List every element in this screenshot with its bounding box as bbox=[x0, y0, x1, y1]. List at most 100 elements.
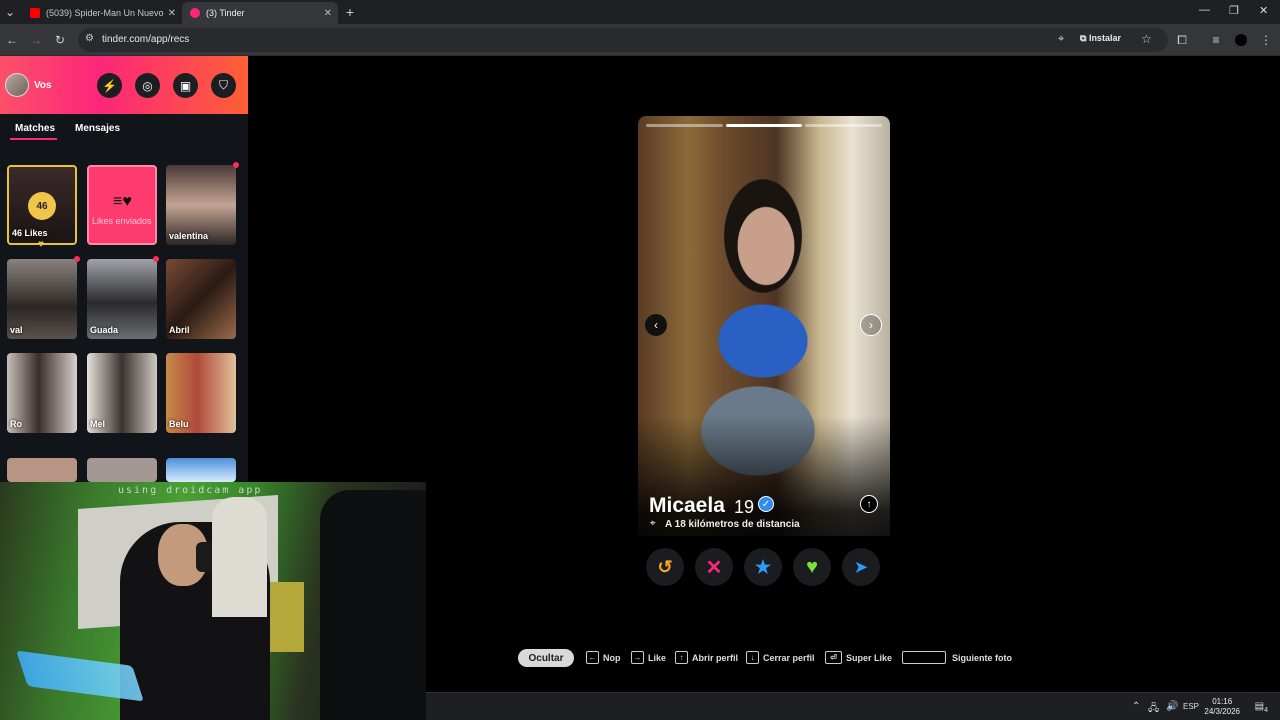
boost-send-button[interactable]: ➤ bbox=[842, 548, 880, 586]
location-icon[interactable]: ⌖ bbox=[1058, 33, 1064, 46]
match-name: Ro bbox=[10, 419, 22, 429]
url-text: tinder.com/app/recs bbox=[102, 34, 190, 45]
active-tab-indicator bbox=[10, 138, 57, 140]
match-tile[interactable]: Belu bbox=[166, 353, 236, 433]
webcam-third-person bbox=[320, 490, 426, 720]
match-name: Belu bbox=[169, 419, 189, 429]
browser-toolbar: ← → ↻ ⚙ tinder.com/app/recs ⌖ ⧉ Instalar… bbox=[0, 24, 1280, 56]
shortcut-label: Cerrar perfil bbox=[763, 652, 815, 663]
super-like-button[interactable]: ★ bbox=[744, 548, 782, 586]
match-tile[interactable]: valentina bbox=[166, 165, 236, 245]
new-match-dot bbox=[74, 256, 80, 262]
shortcut-super-like: ⏎ Super Like bbox=[825, 651, 892, 664]
address-bar[interactable]: ⚙ tinder.com/app/recs ⌖ ⧉ Instalar ☆ bbox=[78, 28, 1168, 52]
tab-youtube[interactable]: (5039) Spider-Man Un Nuevo U ✕ bbox=[22, 2, 182, 24]
match-name: Guada bbox=[90, 325, 119, 335]
webcam-watermark: using droidcam app bbox=[118, 485, 263, 496]
profile-avatar-icon[interactable] bbox=[1233, 32, 1249, 48]
photo-progress-segment bbox=[725, 124, 803, 127]
avatar[interactable] bbox=[5, 73, 29, 97]
webcam-second-person bbox=[212, 497, 267, 617]
match-tile[interactable] bbox=[166, 458, 236, 482]
likes-tile[interactable]: 46 46 Likes bbox=[7, 165, 77, 245]
minimize-icon[interactable]: — bbox=[1199, 4, 1210, 16]
language-indicator[interactable]: ESP bbox=[1183, 702, 1199, 711]
tab-matches[interactable]: Matches bbox=[15, 123, 55, 134]
install-label: Instalar bbox=[1088, 33, 1121, 43]
youtube-icon bbox=[30, 8, 40, 18]
rewind-button[interactable]: ↺ bbox=[646, 548, 684, 586]
media-control-icon[interactable]: ≡ bbox=[1208, 32, 1224, 48]
close-icon[interactable]: ✕ bbox=[324, 8, 332, 19]
likes-sent-tile[interactable]: ≡♥ Likes enviados bbox=[87, 165, 157, 245]
profile-distance: A 18 kilómetros de distancia bbox=[665, 519, 800, 530]
taskbar: ⌃ 🖧 🔊 ESP 01:16 24/3/2026 ▤4 bbox=[426, 692, 1280, 720]
match-tile[interactable]: Mel bbox=[87, 353, 157, 433]
verified-check-icon: ✓ bbox=[758, 496, 774, 512]
boost-bolt-icon[interactable]: ⚡ bbox=[97, 73, 122, 98]
arrow-right-key-icon: → bbox=[631, 651, 644, 664]
notifications-icon[interactable]: ▤4 bbox=[1255, 701, 1268, 714]
likes-count: 46 bbox=[36, 200, 48, 212]
next-photo-chevron-right-icon[interactable]: › bbox=[860, 314, 882, 336]
window-close-icon[interactable]: ✕ bbox=[1259, 4, 1268, 17]
profile-card[interactable]: ‹ › Micaela 19 ✓ ↑ ⌖ A 18 kilómetros de … bbox=[638, 116, 890, 590]
match-tile[interactable]: Guada bbox=[87, 259, 157, 339]
tab-search-icon[interactable]: ⌄ bbox=[2, 4, 18, 20]
spacebar-key-icon bbox=[902, 651, 946, 664]
site-info-icon[interactable]: ⚙ bbox=[85, 33, 94, 44]
forward-arrow-icon[interactable]: → bbox=[28, 32, 44, 48]
explore-compass-icon[interactable]: ◎ bbox=[135, 73, 160, 98]
match-tile[interactable]: Ro bbox=[7, 353, 77, 433]
shortcut-label: Siguiente foto bbox=[952, 652, 1012, 663]
shortcut-label: Like bbox=[648, 652, 667, 663]
sidebar-header: Vos ⚡ ◎ ▣ ⛉ bbox=[0, 56, 248, 114]
nope-button[interactable]: ✕ bbox=[695, 548, 733, 586]
back-arrow-icon[interactable]: ← bbox=[4, 32, 20, 48]
arrow-up-key-icon: ↑ bbox=[675, 651, 688, 664]
match-tile[interactable] bbox=[87, 458, 157, 482]
restore-icon[interactable]: ❐ bbox=[1229, 4, 1239, 17]
match-name: Mel bbox=[90, 419, 106, 429]
profile-name: Micaela bbox=[649, 494, 725, 517]
shortcut-close-profile: ↓ Cerrar perfil bbox=[746, 651, 815, 664]
shortcut-open-profile: ↑ Abrir perfil bbox=[675, 651, 738, 664]
briefcase-icon[interactable]: ▣ bbox=[173, 73, 198, 98]
safety-shield-icon[interactable]: ⛉ bbox=[211, 73, 236, 98]
arrow-down-key-icon: ↓ bbox=[746, 651, 759, 664]
profile-age: 19 bbox=[734, 497, 755, 517]
tab-mensajes[interactable]: Mensajes bbox=[75, 123, 120, 134]
bookmark-star-icon[interactable]: ☆ bbox=[1141, 32, 1152, 46]
match-name: valentina bbox=[169, 231, 209, 241]
match-tile[interactable]: Abril bbox=[166, 259, 236, 339]
clock-time: 01:16 bbox=[1212, 697, 1233, 706]
volume-icon[interactable]: 🔊 bbox=[1166, 701, 1178, 712]
install-button[interactable]: ⧉ Instalar bbox=[1080, 33, 1121, 44]
network-icon[interactable]: 🖧 bbox=[1148, 701, 1159, 718]
like-button[interactable]: ♥ bbox=[793, 548, 831, 586]
user-name[interactable]: Vos bbox=[34, 80, 52, 91]
open-profile-arrow-up-icon[interactable]: ↑ bbox=[860, 495, 878, 513]
shortcut-label: Nop bbox=[603, 652, 621, 663]
menu-kebab-icon[interactable]: ⋮ bbox=[1258, 32, 1274, 48]
previous-photo-chevron-left-icon[interactable]: ‹ bbox=[645, 314, 667, 336]
likes-label: 46 Likes bbox=[12, 228, 48, 238]
photo-progress-segment bbox=[805, 124, 882, 127]
match-tile[interactable]: val bbox=[7, 259, 77, 339]
reload-icon[interactable]: ↻ bbox=[52, 32, 68, 48]
enter-key-icon: ⏎ bbox=[825, 651, 842, 664]
likes-sent-label: Likes enviados bbox=[92, 216, 152, 226]
likes-count-badge: 46 bbox=[28, 192, 56, 220]
hide-shortcuts-button[interactable]: Ocultar bbox=[518, 649, 574, 667]
tab-tinder[interactable]: (3) Tinder ✕ bbox=[182, 2, 338, 24]
taskbar-clock[interactable]: 01:16 24/3/2026 bbox=[1204, 697, 1240, 717]
gold-heart-icon: ♥ bbox=[38, 239, 44, 250]
extensions-icon[interactable]: ⧠ bbox=[1174, 32, 1190, 48]
tinder-icon bbox=[190, 8, 200, 18]
new-tab-plus-icon[interactable]: + bbox=[342, 4, 358, 20]
tray-chevron-up-icon[interactable]: ⌃ bbox=[1132, 701, 1140, 712]
close-icon[interactable]: ✕ bbox=[168, 8, 176, 19]
match-tile[interactable] bbox=[7, 458, 77, 482]
photo-progress-segment bbox=[646, 124, 723, 127]
location-pin-icon: ⌖ bbox=[650, 518, 656, 529]
